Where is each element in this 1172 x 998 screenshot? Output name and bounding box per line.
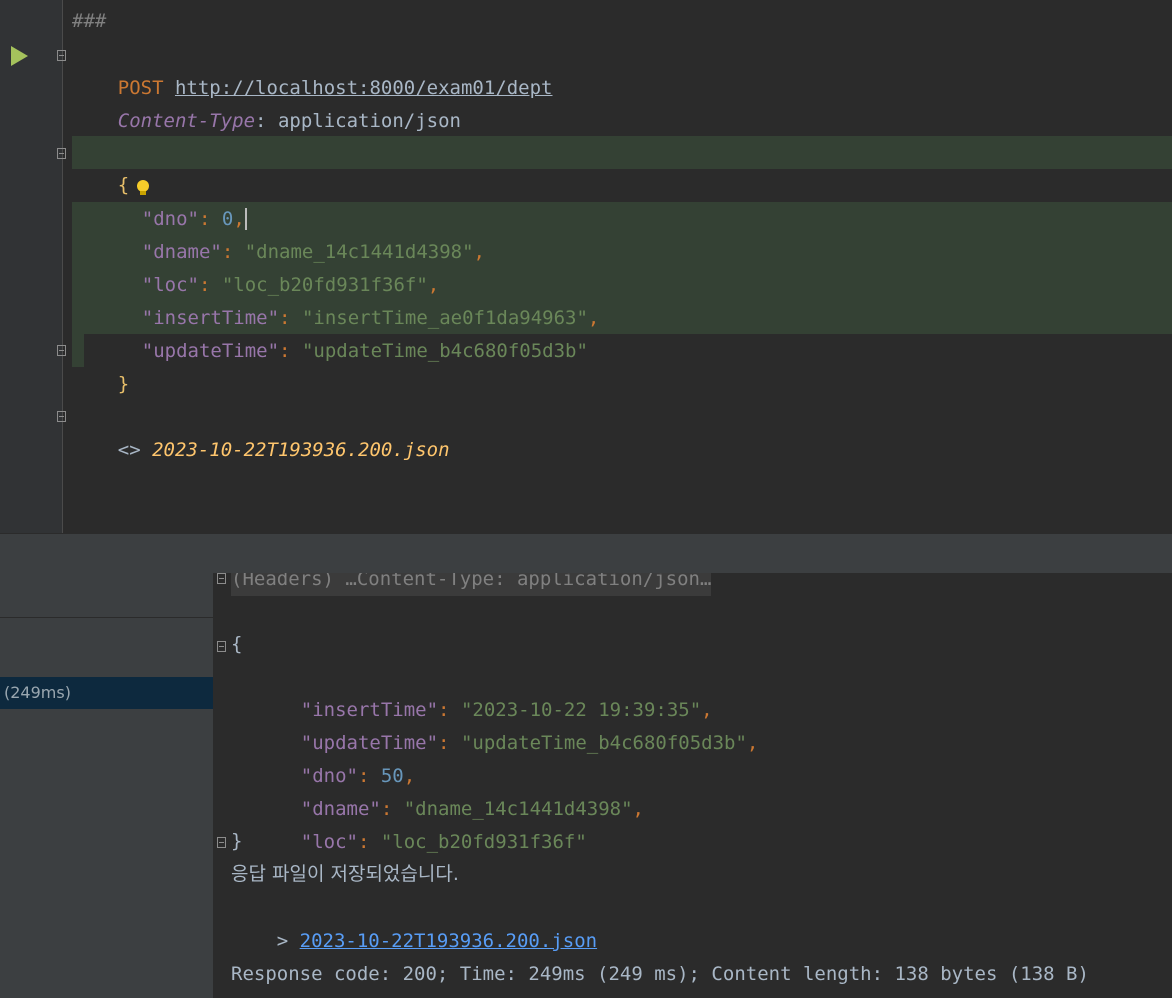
response-body-line: "insertTime": "2023-10-22 19:39:35", — [300, 699, 713, 721]
response-ref-file[interactable]: 2023-10-22T193936.200.json — [152, 439, 449, 461]
body-line[interactable]: "updateTime": "updateTime_b4c680f05d3b" — [96, 302, 588, 362]
saved-file-link[interactable]: 2023-10-22T193936.200.json — [300, 930, 597, 952]
response-body-line: "dname": "dname_14c1441d4398", — [300, 798, 644, 820]
header-value: application/json — [266, 110, 461, 132]
response-body-line: "updateTime": "updateTime_b4c680f05d3b", — [300, 732, 759, 754]
response-open-brace: { — [231, 633, 243, 655]
response-reference-line[interactable]: <> 2023-10-22T193936.200.json — [72, 401, 450, 461]
fold-icon[interactable] — [57, 345, 66, 356]
request-timing: (249ms) — [4, 683, 71, 702]
response-output-panel[interactable]: (Headers) …Content-Type: application/jso… — [214, 573, 1172, 998]
response-status-line: Response code: 200; Time: 249ms (249 ms)… — [231, 963, 1089, 985]
fold-icon[interactable] — [217, 837, 226, 848]
request-line[interactable]: POST http://localhost:8000/exam01/dept — [72, 39, 553, 99]
saved-file-line: > 2023-10-22T193936.200.json — [276, 930, 598, 952]
gutter-divider — [62, 0, 63, 533]
fold-icon[interactable] — [57, 411, 66, 422]
fold-icon[interactable] — [57, 50, 66, 61]
response-close-brace: } — [231, 830, 243, 852]
services-tree-panel: (249ms) — [0, 573, 214, 998]
json-key: "updateTime" — [141, 340, 280, 362]
body-open-line[interactable]: { — [72, 136, 150, 196]
body-line[interactable]: "insertTime": "insertTime_ae0f1da94963", — [96, 269, 600, 329]
fold-icon[interactable] — [57, 148, 66, 159]
tree-row-selected[interactable]: (249ms) — [0, 677, 213, 709]
header-separator: : — [255, 110, 267, 132]
response-ref-prefix: <> — [117, 439, 141, 461]
collapsed-headers[interactable]: (Headers) …Content-Type: application/jso… — [231, 573, 712, 596]
run-request-icon[interactable] — [11, 46, 28, 66]
panel-splitter[interactable] — [0, 533, 1172, 575]
header-line[interactable]: Content-Type: application/json — [72, 72, 461, 132]
response-body-line: "loc": "loc_b20fd931f36f" — [300, 831, 587, 853]
body-line[interactable]: "dname": "dname_14c1441d4398", — [96, 203, 485, 263]
http-request-editor[interactable]: ### POST http://localhost:8000/exam01/de… — [0, 0, 1172, 533]
editor-gutter — [0, 0, 62, 533]
close-brace: } — [117, 373, 130, 395]
tree-row[interactable] — [0, 573, 213, 618]
saved-message: 응답 파일이 저장되었습니다. — [231, 863, 459, 885]
response-body-line: "dno": 50, — [300, 765, 416, 787]
line-highlight — [72, 136, 1172, 169]
request-separator: ### — [72, 10, 107, 32]
json-value: "updateTime_b4c680f05d3b" — [301, 340, 588, 362]
fold-icon[interactable] — [217, 641, 226, 652]
expand-icon[interactable] — [217, 573, 226, 584]
body-line[interactable]: "dno": 0, — [96, 170, 247, 230]
body-line[interactable]: "loc": "loc_b20fd931f36f", — [96, 236, 439, 296]
body-close-line[interactable]: } — [72, 335, 129, 395]
header-name: Content-Type — [117, 110, 256, 132]
